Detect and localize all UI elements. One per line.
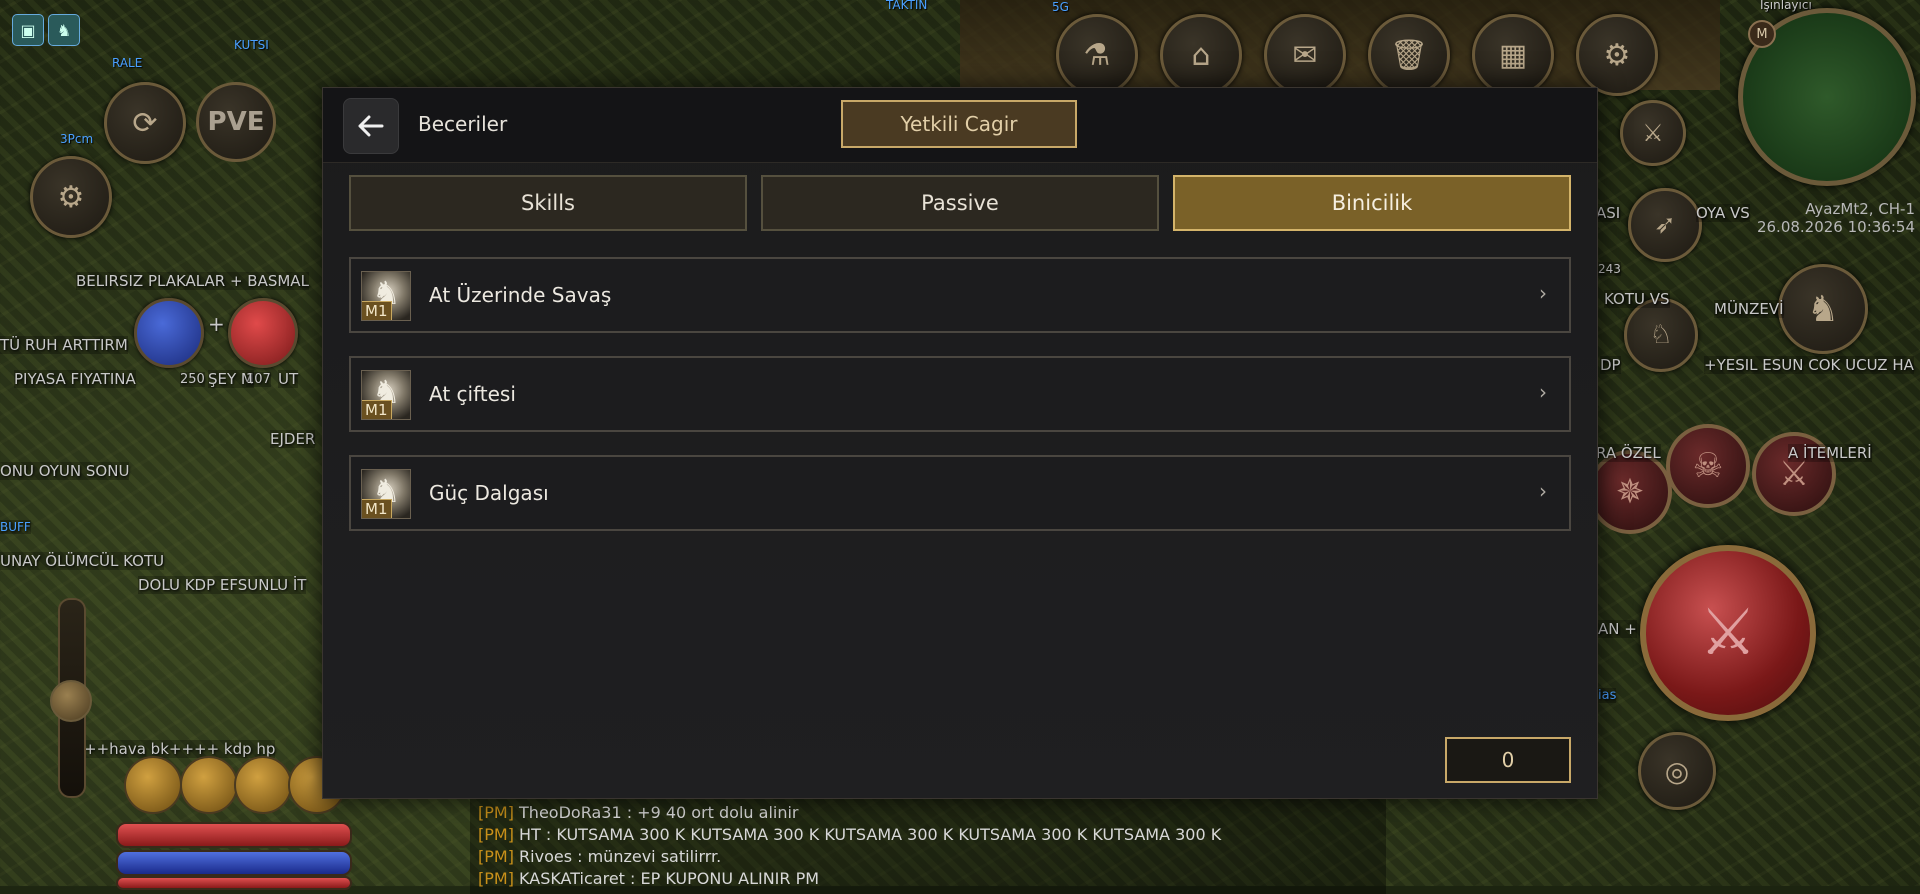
belt-slot[interactable]	[180, 756, 238, 814]
shout-text: UT	[278, 370, 299, 388]
shout-text: +YESIL ESUN COK UCUZ HA	[1704, 356, 1914, 374]
health-potion-icon[interactable]	[228, 298, 298, 368]
mana-bar	[116, 850, 352, 876]
shout-text: ASI	[1596, 204, 1621, 222]
minimap-m-icon[interactable]: M	[1748, 20, 1776, 48]
skill-row[interactable]: ♞ M1 At Üzerinde Savaş ›	[349, 257, 1571, 333]
potion-count: 250	[180, 372, 205, 387]
shout-text: PIYASA FIYATINA	[14, 370, 136, 388]
dialog-header: Beceriler Yetkili Cagir	[323, 88, 1597, 163]
skull-skill-icon[interactable]: ☠	[1666, 424, 1750, 508]
belt-slot[interactable]	[124, 756, 182, 814]
potion-flask-icon[interactable]: ⚗	[1056, 14, 1138, 96]
player-name: TAKTIN	[886, 0, 928, 12]
trash-icon[interactable]: 🗑	[1368, 14, 1450, 96]
tab-skills[interactable]: Skills	[349, 175, 747, 231]
shout-text: EJDER	[270, 430, 316, 448]
shout-text: BUFF	[0, 520, 31, 534]
player-name: 5G	[1052, 0, 1069, 14]
chat-icon[interactable]: ✉	[1264, 14, 1346, 96]
shop-icon[interactable]: ⌂	[1160, 14, 1242, 96]
horse-charge-icon: ♞ M1	[361, 271, 411, 321]
chat-line: [PM] Rivoes : münzevi satilirrr.	[478, 847, 722, 866]
horse-mount-icon[interactable]: ♞	[1778, 264, 1868, 354]
sword-skill-icon[interactable]: ⚔	[1620, 100, 1686, 166]
attack-button[interactable]: ⚔	[1640, 545, 1816, 721]
mount-icon[interactable]: ♞	[48, 14, 80, 46]
coin-stack-icon[interactable]: ◎	[1638, 732, 1716, 810]
shout-text: KOTU VS	[1604, 290, 1670, 308]
shout-text: UNAY ÖLÜMCÜL KOTU	[0, 552, 165, 570]
player-name: RALE	[112, 56, 143, 70]
tab-riding[interactable]: Binicilik	[1173, 175, 1571, 231]
chevron-right-icon: ›	[1539, 281, 1547, 305]
server-info: AyazMt2, CH-1 26.08.2026 10:36:54	[1745, 200, 1915, 236]
skill-name: Güç Dalgası	[429, 481, 549, 505]
mana-potion-icon[interactable]	[134, 298, 204, 368]
chevron-right-icon: ›	[1539, 479, 1547, 503]
shout-text: MÜNZEVİ	[1714, 300, 1784, 318]
shout-text: ++hava bk++++ kdp hp	[84, 740, 276, 758]
shout-text: RA ÖZEL	[1596, 444, 1661, 462]
skill-name: At Üzerinde Savaş	[429, 283, 612, 307]
server-name: AyazMt2, CH-1	[1805, 200, 1915, 218]
plus-icon: +	[208, 312, 225, 336]
back-button[interactable]	[343, 98, 399, 154]
call-gm-button[interactable]: Yetkili Cagir	[841, 100, 1077, 148]
dialog-title: Beceriler	[418, 112, 508, 136]
skill-row[interactable]: ♞ M1 Güç Dalgası ›	[349, 455, 1571, 531]
skill-row[interactable]: ♞ M1 At çiftesi ›	[349, 356, 1571, 432]
shout-text: DP	[1600, 356, 1621, 374]
player-name: 3Pcm	[60, 132, 94, 146]
settings-icon[interactable]: ⚙	[1576, 14, 1658, 96]
player-name: KUTSI	[234, 38, 269, 52]
shout-text: A İTEMLERİ	[1788, 444, 1872, 462]
shout-text: ONU OYUN SONU	[0, 462, 130, 480]
number-badge: 243	[1598, 262, 1621, 276]
bow-skill-icon[interactable]: ➶	[1628, 188, 1702, 262]
shout-text: ias	[1598, 688, 1617, 703]
horse-skill-icon[interactable]: ♘	[1624, 298, 1698, 372]
stamina-bar	[116, 876, 352, 890]
pve-button[interactable]: PVE	[196, 82, 276, 162]
shout-text: DOLU KDP EFSUNLU İT	[138, 576, 307, 594]
shout-text: OYA VS	[1696, 204, 1750, 222]
skill-level-badge: M1	[362, 301, 392, 320]
shout-text: TÜ RUH ARTTIRM	[0, 336, 128, 354]
tab-passive[interactable]: Passive	[761, 175, 1159, 231]
chat-line: [PM] HT : KUTSAMA 300 K KUTSAMA 300 K KU…	[478, 825, 1222, 844]
arrow-left-icon	[358, 115, 384, 137]
chat-line: [PM] TheoDoRa31 : +9 40 ort dolu alinir	[478, 803, 799, 822]
skill-points-counter: 0	[1445, 737, 1571, 783]
potion-count: 107	[246, 372, 271, 387]
power-wave-icon: ♞ M1	[361, 469, 411, 519]
server-time: 26.08.2026 10:36:54	[1756, 218, 1915, 236]
skill-level-badge: M1	[362, 499, 392, 518]
grid-menu-icon[interactable]: ▦	[1472, 14, 1554, 96]
camera-slider-handle[interactable]	[50, 680, 92, 722]
crest-skill-icon[interactable]: ✵	[1588, 450, 1672, 534]
skills-dialog: Beceriler Yetkili Cagir Skills Passive B…	[322, 87, 1598, 799]
belt-slot[interactable]	[234, 756, 292, 814]
chat-log: [PM] TheoDoRa31 : +9 40 ort dolu alinir …	[470, 798, 1386, 894]
shout-text: BELIRSIZ PLAKALAR + BASMAL	[76, 272, 309, 290]
skill-name: At çiftesi	[429, 382, 516, 406]
chevron-right-icon: ›	[1539, 380, 1547, 404]
shout-text: AN +	[1598, 620, 1637, 638]
skill-level-badge: M1	[362, 400, 392, 419]
inventory-icon[interactable]: ▣	[12, 14, 44, 46]
settings-left-icon[interactable]: ⚙	[30, 156, 112, 238]
horse-kick-icon: ♞ M1	[361, 370, 411, 420]
sync-icon[interactable]: ⟳	[104, 82, 186, 164]
chat-line: [PM] KASKATicaret : EP KUPONU ALINIR PM	[478, 869, 820, 888]
health-bar	[116, 822, 352, 848]
